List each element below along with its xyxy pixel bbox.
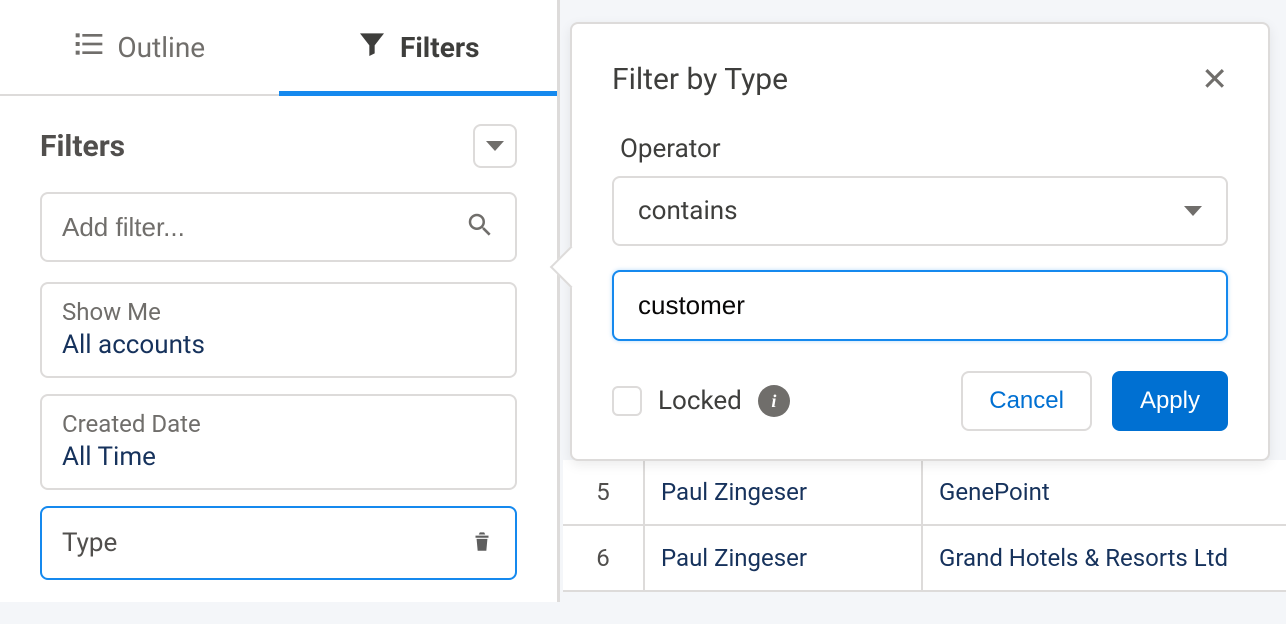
row-number: 6 xyxy=(563,526,645,590)
filter-created-date-label: Created Date xyxy=(62,410,495,438)
table-row[interactable]: 6 Paul Zingeser Grand Hotels & Resorts L… xyxy=(563,526,1286,592)
popover-title: Filter by Type xyxy=(612,62,788,97)
cancel-button[interactable]: Cancel xyxy=(961,371,1092,431)
operator-label: Operator xyxy=(612,134,1228,164)
filter-popover: Filter by Type ✕ Operator contains Locke… xyxy=(570,22,1270,461)
tab-outline[interactable]: Outline xyxy=(0,0,279,94)
close-button[interactable]: ✕ xyxy=(1201,60,1228,98)
trash-icon[interactable] xyxy=(469,528,495,558)
row-owner[interactable]: Paul Zingeser xyxy=(645,460,923,524)
filter-show-me-value: All accounts xyxy=(62,330,495,360)
add-filter-input-wrap[interactable] xyxy=(40,192,517,262)
info-icon[interactable]: i xyxy=(758,385,790,417)
filters-panel-title: Filters xyxy=(40,129,125,164)
search-icon xyxy=(465,210,495,244)
row-number: 5 xyxy=(563,460,645,524)
close-icon: ✕ xyxy=(1201,61,1228,97)
row-account[interactable]: GenePoint xyxy=(923,460,1286,524)
row-account[interactable]: Grand Hotels & Resorts Ltd xyxy=(923,526,1286,590)
outline-icon xyxy=(73,28,105,67)
filter-block-created-date[interactable]: Created Date All Time xyxy=(40,394,517,490)
operator-select[interactable]: contains xyxy=(612,176,1228,246)
filter-value-input[interactable] xyxy=(612,270,1228,341)
apply-button[interactable]: Apply xyxy=(1112,371,1228,431)
filter-icon xyxy=(356,28,388,67)
locked-checkbox[interactable] xyxy=(612,386,642,416)
tab-filters-label: Filters xyxy=(400,31,479,64)
table-row[interactable]: 5 Paul Zingeser GenePoint xyxy=(563,460,1286,526)
add-filter-input[interactable] xyxy=(62,212,465,243)
filter-type-label: Type xyxy=(62,528,117,558)
tab-filters[interactable]: Filters xyxy=(279,0,558,94)
chevron-down-icon xyxy=(486,141,504,151)
row-owner[interactable]: Paul Zingeser xyxy=(645,526,923,590)
tab-outline-label: Outline xyxy=(117,31,205,64)
chevron-down-icon xyxy=(1184,206,1202,216)
locked-label: Locked xyxy=(658,386,742,416)
filters-menu-button[interactable] xyxy=(473,124,517,168)
operator-value: contains xyxy=(638,196,738,226)
filter-block-type[interactable]: Type xyxy=(40,506,517,580)
filter-show-me-label: Show Me xyxy=(62,298,495,326)
filter-block-show-me[interactable]: Show Me All accounts xyxy=(40,282,517,378)
filter-created-date-value: All Time xyxy=(62,442,495,472)
